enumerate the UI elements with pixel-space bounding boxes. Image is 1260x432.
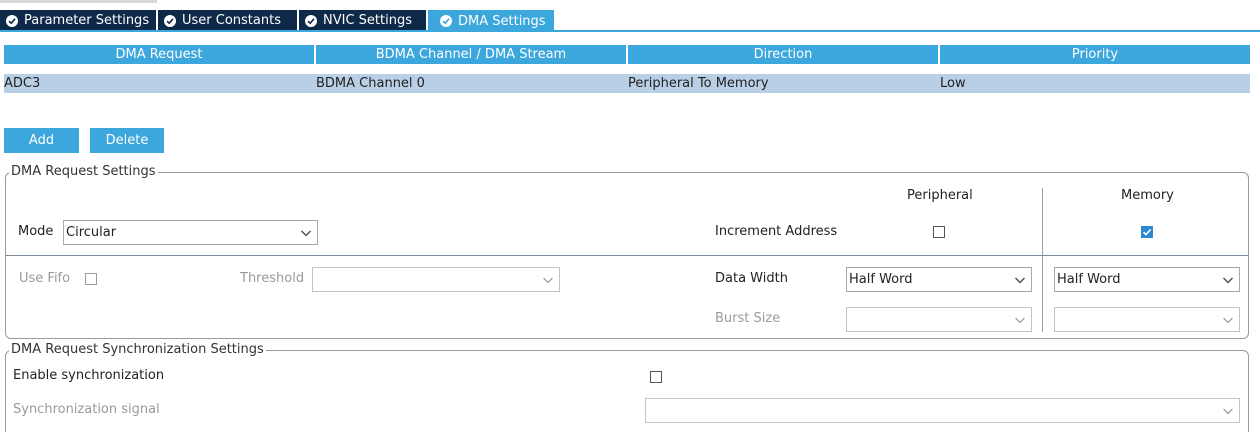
- cell-dma-request[interactable]: ADC3: [4, 74, 314, 93]
- cell-channel[interactable]: BDMA Channel 0: [316, 74, 626, 93]
- peripheral-increment-checkbox[interactable]: [933, 226, 945, 238]
- column-header-direction[interactable]: Direction: [628, 45, 938, 64]
- chevron-down-icon: [301, 230, 311, 237]
- checkmark-icon: [1142, 228, 1152, 236]
- sync-settings-legend: DMA Request Synchronization Settings: [9, 342, 266, 357]
- peripheral-column-header: Peripheral: [907, 188, 973, 203]
- threshold-label: Threshold: [240, 271, 305, 286]
- chevron-down-icon: [1223, 408, 1233, 415]
- increment-address-label: Increment Address: [715, 224, 838, 239]
- memory-increment-checkbox[interactable]: [1141, 226, 1153, 238]
- tab-underline: [0, 30, 1260, 32]
- check-circle-icon: [6, 14, 18, 27]
- tab-label: NVIC Settings: [323, 13, 412, 28]
- tab-user-constants[interactable]: User Constants: [158, 10, 298, 31]
- peripheral-data-width-value: Half Word: [849, 272, 913, 287]
- delete-button[interactable]: Delete: [90, 128, 164, 153]
- tab-label: Parameter Settings: [24, 13, 150, 28]
- memory-data-width-select[interactable]: Half Word: [1054, 267, 1240, 292]
- data-width-label: Data Width: [715, 271, 788, 286]
- add-button[interactable]: Add: [4, 128, 79, 153]
- chevron-down-icon: [543, 277, 553, 284]
- tab-label: DMA Settings: [458, 13, 546, 29]
- check-circle-icon: [305, 14, 317, 27]
- memory-column-header: Memory: [1121, 188, 1174, 203]
- cell-direction[interactable]: Peripheral To Memory: [628, 74, 938, 93]
- use-fifo-label: Use Fifo: [19, 271, 71, 286]
- memory-burst-select[interactable]: [1054, 307, 1240, 332]
- peripheral-burst-select[interactable]: [846, 307, 1032, 332]
- sync-signal-select[interactable]: [645, 398, 1240, 423]
- tab-dma-settings[interactable]: DMA Settings: [428, 10, 554, 32]
- tab-label: User Constants: [182, 13, 281, 28]
- chevron-down-icon: [1015, 317, 1025, 324]
- check-circle-icon: [164, 14, 176, 27]
- enable-sync-label: Enable synchronization: [13, 368, 165, 383]
- column-header-channel[interactable]: BDMA Channel / DMA Stream: [316, 45, 626, 64]
- enable-sync-checkbox[interactable]: [650, 371, 662, 383]
- chevron-down-icon: [1223, 317, 1233, 324]
- cell-priority[interactable]: Low: [940, 74, 1250, 93]
- memory-data-width-value: Half Word: [1057, 272, 1121, 287]
- chevron-down-icon: [1223, 277, 1233, 284]
- tab-parameter-settings[interactable]: Parameter Settings: [0, 10, 157, 31]
- tab-hover-indicator: [0, 0, 157, 3]
- column-divider: [1042, 188, 1043, 332]
- section-divider: [6, 255, 1248, 256]
- peripheral-data-width-select[interactable]: Half Word: [846, 267, 1032, 292]
- burst-size-label: Burst Size: [715, 311, 781, 326]
- threshold-select[interactable]: [312, 267, 560, 292]
- dma-request-settings-legend: DMA Request Settings: [9, 164, 158, 179]
- chevron-down-icon: [1015, 277, 1025, 284]
- column-header-priority[interactable]: Priority: [940, 45, 1250, 64]
- sync-signal-label: Synchronization signal: [13, 402, 160, 417]
- tab-bar: Parameter Settings User Constants NVIC S…: [0, 0, 1260, 32]
- tab-nvic-settings[interactable]: NVIC Settings: [299, 10, 427, 31]
- mode-select-value: Circular: [66, 225, 117, 240]
- column-header-dma-request[interactable]: DMA Request: [4, 45, 314, 64]
- mode-label: Mode: [18, 224, 54, 239]
- mode-select[interactable]: Circular: [63, 220, 318, 245]
- check-circle-icon: [440, 15, 452, 27]
- use-fifo-checkbox[interactable]: [85, 273, 97, 285]
